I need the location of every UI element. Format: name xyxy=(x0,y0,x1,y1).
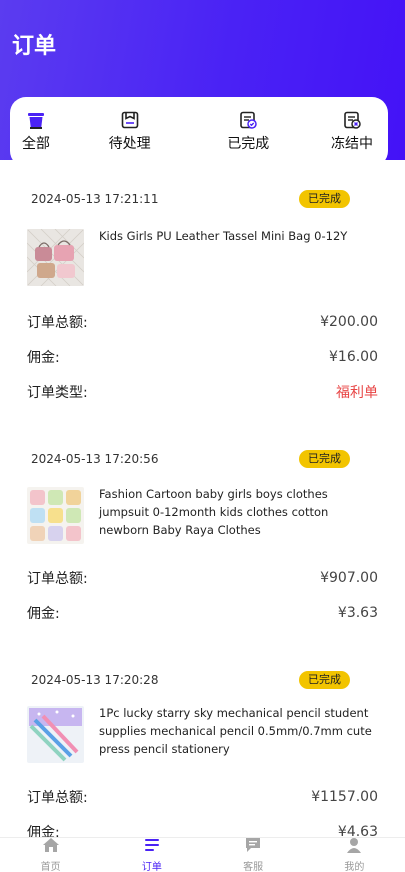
order-card[interactable]: 2024-05-13 17:20:28 已完成 1Pc lucky starry… xyxy=(0,630,405,837)
product[interactable]: Fashion Cartoon baby girls boys clothes … xyxy=(27,487,378,544)
order-type-row: 订单类型: 福利单 xyxy=(27,374,378,409)
order-date: 2024-05-13 17:20:56 xyxy=(31,452,159,466)
nav-mine[interactable]: 我的 xyxy=(324,837,384,872)
nav-label: 首页 xyxy=(40,862,61,872)
completed-icon xyxy=(237,109,259,131)
order-total-value: ¥200.00 xyxy=(320,313,378,330)
commission-label: 佣金: xyxy=(27,349,60,366)
tab-pending[interactable]: 待处理 xyxy=(85,109,175,167)
nav-label: 客服 xyxy=(243,862,264,872)
orders-list-icon xyxy=(143,837,161,857)
nav-orders[interactable]: 订单 xyxy=(122,837,182,872)
product-image xyxy=(27,487,84,544)
page-title: 订单 xyxy=(12,34,57,59)
product-image xyxy=(27,229,84,286)
frozen-icon xyxy=(341,109,363,131)
order-list[interactable]: 2024-05-13 17:21:11 已完成 Kids Girls PU Le… xyxy=(0,167,405,837)
home-icon xyxy=(42,837,60,857)
order-total-label: 订单总额: xyxy=(27,789,88,806)
pending-icon xyxy=(119,109,141,131)
nav-service[interactable]: 客服 xyxy=(223,837,283,872)
order-total-value: ¥907.00 xyxy=(320,569,378,586)
commission-row: 佣金: ¥16.00 xyxy=(27,339,378,374)
product-title: Fashion Cartoon baby girls boys clothes … xyxy=(99,487,329,537)
commission-label: 佣金: xyxy=(27,605,60,622)
status-badge: 已完成 xyxy=(299,190,350,208)
commission-value: ¥4.63 xyxy=(337,823,378,838)
order-total-value: ¥1157.00 xyxy=(311,788,378,805)
bottom-navigation: 首页 订单 客服 我的 xyxy=(0,837,405,872)
tab-all[interactable]: 全部 xyxy=(16,109,56,167)
user-icon xyxy=(345,837,363,857)
order-total-row: 订单总额: ¥1157.00 xyxy=(27,779,378,814)
order-card[interactable]: 2024-05-13 17:20:56 已完成 Fashion Cartoon … xyxy=(0,409,405,630)
order-total-label: 订单总额: xyxy=(27,314,88,331)
tab-frozen[interactable]: 冻结中 xyxy=(322,109,382,167)
product-title: Kids Girls PU Leather Tassel Mini Bag 0-… xyxy=(99,229,348,243)
chat-icon xyxy=(244,837,262,857)
all-orders-icon xyxy=(25,109,47,131)
tab-completed[interactable]: 已完成 xyxy=(203,109,293,167)
order-card[interactable]: 2024-05-13 17:21:11 已完成 Kids Girls PU Le… xyxy=(0,167,405,409)
product-title: 1Pc lucky starry sky mechanical pencil s… xyxy=(99,706,372,756)
order-date: 2024-05-13 17:20:28 xyxy=(31,673,159,687)
tab-label: 全部 xyxy=(22,136,50,152)
order-date: 2024-05-13 17:21:11 xyxy=(31,192,159,206)
order-total-row: 订单总额: ¥200.00 xyxy=(27,304,378,339)
product[interactable]: Kids Girls PU Leather Tassel Mini Bag 0-… xyxy=(27,229,378,286)
status-badge: 已完成 xyxy=(299,450,350,468)
order-type-label: 订单类型: xyxy=(27,384,88,401)
order-tabs: 全部 待处理 已完成 冻结中 xyxy=(10,97,388,167)
nav-label: 订单 xyxy=(141,862,162,872)
commission-row: 佣金: ¥3.63 xyxy=(27,595,378,630)
order-total-label: 订单总额: xyxy=(27,570,88,587)
tab-label: 已完成 xyxy=(227,136,270,152)
tab-label: 待处理 xyxy=(108,136,151,152)
commission-value: ¥16.00 xyxy=(329,348,378,365)
nav-label: 我的 xyxy=(344,862,365,872)
product-image xyxy=(27,706,84,763)
commission-row: 佣金: ¥4.63 xyxy=(27,814,378,838)
status-badge: 已完成 xyxy=(299,671,350,689)
order-type-value: 福利单 xyxy=(336,384,378,401)
commission-label: 佣金: xyxy=(27,824,60,838)
commission-value: ¥3.63 xyxy=(337,604,378,621)
tab-label: 冻结中 xyxy=(330,136,373,152)
product[interactable]: 1Pc lucky starry sky mechanical pencil s… xyxy=(27,706,378,763)
order-total-row: 订单总额: ¥907.00 xyxy=(27,560,378,595)
nav-home[interactable]: 首页 xyxy=(21,837,81,872)
